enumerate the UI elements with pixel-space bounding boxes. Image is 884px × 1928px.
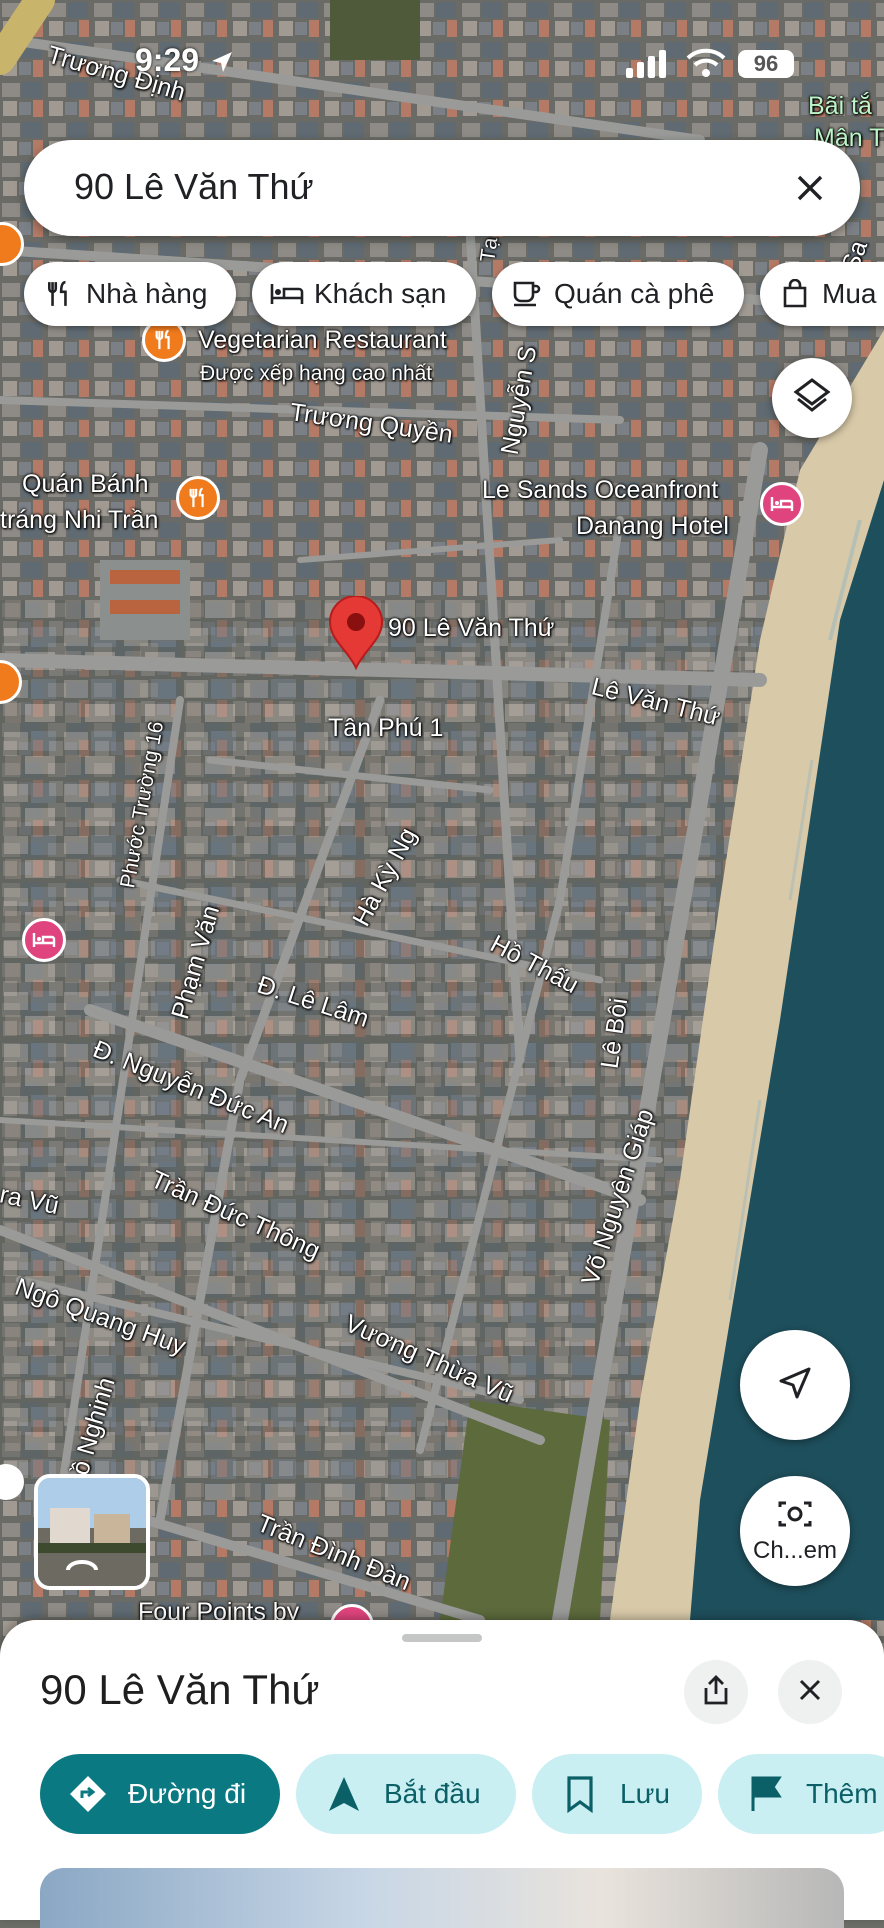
camera-search-button[interactable]: Ch...em <box>740 1476 850 1586</box>
navigation-arrow-icon <box>322 1772 366 1816</box>
chip-label: Mua <box>822 278 877 309</box>
coffee-icon <box>510 277 544 311</box>
action-label: Bắt đầu <box>384 1778 481 1809</box>
camera-label: Ch...em <box>752 1536 838 1564</box>
navigation-arrow-icon <box>775 1363 815 1408</box>
place-label[interactable]: Quán Bánh <box>22 470 149 499</box>
street-label: Tân Phú 1 <box>328 714 444 742</box>
chip-restaurants[interactable]: Nhà hàng <box>24 262 236 326</box>
action-label: Thêm <box>806 1778 878 1809</box>
hotel-poi-icon[interactable] <box>22 918 66 962</box>
restaurant-icon <box>42 277 76 311</box>
status-time: 9:29 <box>135 42 200 78</box>
place-label[interactable]: tráng Nhi Trần <box>0 506 158 535</box>
share-button[interactable] <box>684 1660 748 1724</box>
shopping-bag-icon <box>778 277 812 311</box>
hotel-icon <box>270 277 304 311</box>
place-bottom-sheet[interactable]: 90 Lê Văn Thứ Đường đi Bắt đầu Lưu Thêm <box>0 1620 884 1928</box>
action-label: Đường đi <box>128 1778 247 1809</box>
place-label[interactable]: Danang Hotel <box>576 512 729 541</box>
start-button[interactable]: Bắt đầu <box>296 1754 516 1834</box>
street-label: Tạ <box>476 236 503 264</box>
location-pin-icon[interactable] <box>326 595 386 671</box>
place-label[interactable]: Le Sands Oceanfront <box>482 476 718 505</box>
more-button[interactable]: Thêm <box>718 1754 884 1834</box>
status-bar: 9:29 96 <box>0 0 884 120</box>
chip-label: Quán cà phê <box>554 278 715 309</box>
chip-label: Khách sạn <box>314 278 447 309</box>
restaurant-poi-icon[interactable] <box>176 476 220 520</box>
close-sheet-button[interactable] <box>778 1660 842 1724</box>
signal-icon <box>626 50 670 83</box>
layers-button[interactable] <box>772 358 852 438</box>
wifi-icon <box>686 48 726 83</box>
drag-handle[interactable] <box>402 1634 482 1642</box>
place-sublabel: Được xếp hạng cao nhất <box>200 362 433 385</box>
directions-icon <box>66 1772 110 1816</box>
category-chips: Nhà hàng Khách sạn Quán cà phê Mua <box>24 262 884 326</box>
location-arrow-icon <box>210 50 234 79</box>
share-icon <box>702 1674 730 1711</box>
flag-icon <box>744 1772 788 1816</box>
chip-cafes[interactable]: Quán cà phê <box>492 262 744 326</box>
bookmark-icon <box>558 1772 602 1816</box>
clear-search-icon[interactable] <box>788 166 832 210</box>
place-label[interactable]: Vegetarian Restaurant <box>198 326 447 355</box>
chip-hotels[interactable]: Khách sạn <box>252 262 476 326</box>
action-label: Lưu <box>620 1778 670 1809</box>
hotel-poi-icon[interactable] <box>760 482 804 526</box>
street-view-thumbnail[interactable] <box>34 1474 150 1590</box>
camera-icon <box>777 1498 813 1535</box>
save-button[interactable]: Lưu <box>532 1754 702 1834</box>
layers-icon <box>792 376 832 421</box>
place-title: 90 Lê Văn Thứ <box>40 1666 320 1713</box>
chip-shopping[interactable]: Mua <box>760 262 884 326</box>
battery-icon: 96 <box>738 50 794 78</box>
my-location-button[interactable] <box>740 1330 850 1440</box>
close-icon <box>798 1678 822 1707</box>
pin-label: 90 Lê Văn Thứ <box>388 614 555 642</box>
search-query[interactable]: 90 Lê Văn Thứ <box>74 166 314 208</box>
chip-label: Nhà hàng <box>86 278 208 309</box>
directions-button[interactable]: Đường đi <box>40 1754 280 1834</box>
place-photos[interactable] <box>40 1868 844 1928</box>
search-bar[interactable]: 90 Lê Văn Thứ <box>24 140 860 236</box>
